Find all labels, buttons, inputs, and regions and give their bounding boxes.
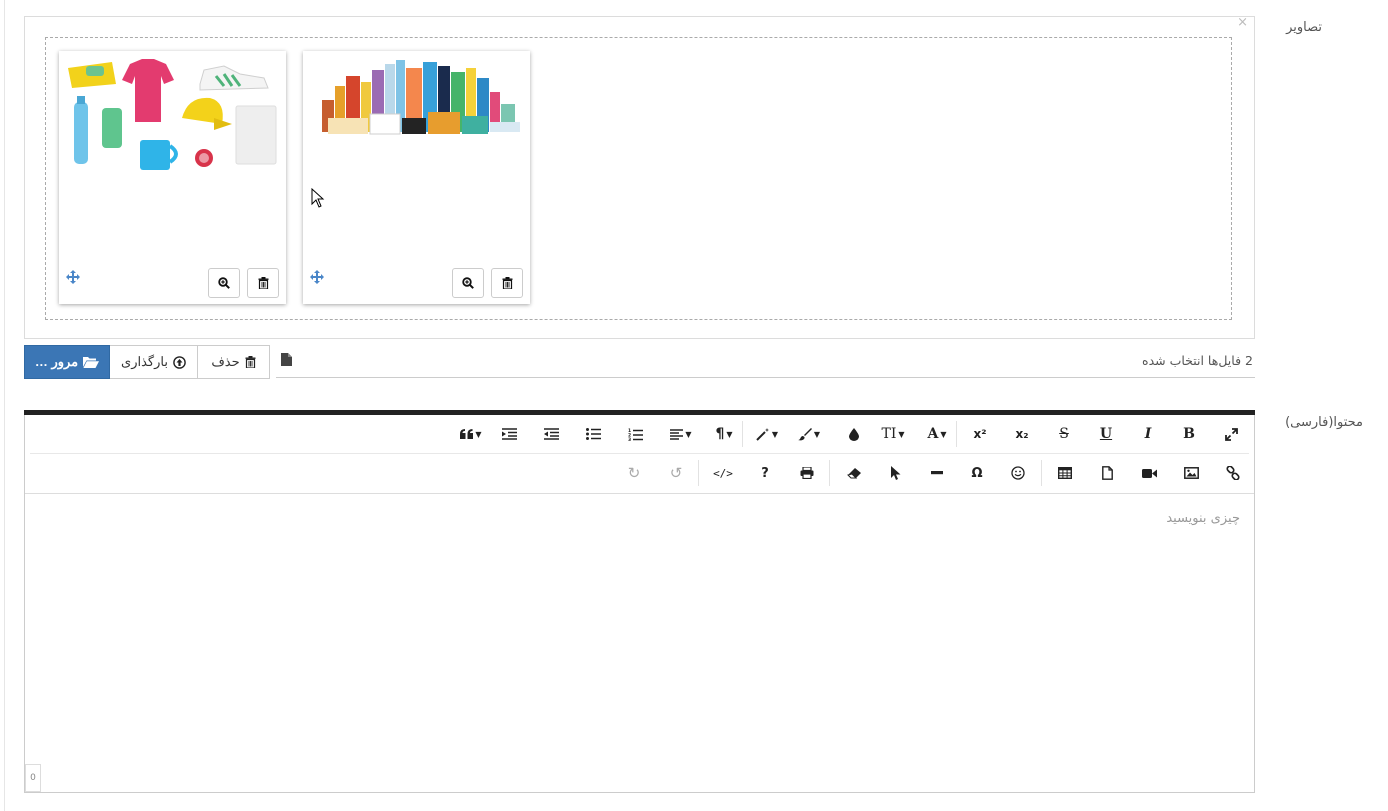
- file-icon: [281, 351, 292, 370]
- redo-icon[interactable]: ↻: [620, 461, 648, 485]
- undo-icon[interactable]: ↺: [662, 461, 690, 485]
- zoom-in-icon: [218, 277, 230, 289]
- page-left-border: [4, 0, 5, 811]
- insert-image-icon[interactable]: [1177, 461, 1205, 485]
- insert-table-icon[interactable]: [1051, 461, 1079, 485]
- rich-text-editor: B I U S x₂ x² A ▼ TI ▼ ▼ ▼ ¶ ▼ ▼ 123 ▼ Ω…: [24, 410, 1255, 793]
- folder-open-icon: [83, 357, 100, 368]
- paragraph-glyph: ¶: [715, 426, 725, 442]
- toolbar-row-2: Ω ? </> ↺ ↻: [30, 454, 1249, 492]
- trash-icon: [258, 277, 268, 289]
- delete-button[interactable]: [491, 268, 523, 298]
- upload-button[interactable]: بارگذاری: [109, 345, 198, 379]
- font-family-glyph: A: [927, 426, 939, 442]
- upload-button-label: بارگذاری: [121, 354, 168, 369]
- underline-icon[interactable]: U: [1092, 422, 1120, 446]
- insert-video-icon[interactable]: [1135, 461, 1163, 485]
- quote-icon[interactable]: ▼: [454, 422, 488, 446]
- paragraph-format-icon[interactable]: ¶ ▼: [707, 422, 741, 446]
- superscript-icon[interactable]: x²: [966, 422, 994, 446]
- drag-handle-icon[interactable]: [310, 269, 324, 288]
- toolbar-separator: [829, 460, 830, 486]
- character-counter: 0: [25, 764, 41, 792]
- trash-icon: [502, 277, 512, 289]
- file-preview-area: ×: [24, 15, 1255, 339]
- indent-icon[interactable]: [495, 422, 523, 446]
- emoticons-icon[interactable]: [1004, 461, 1032, 485]
- caret-down-icon: ▼: [475, 429, 482, 439]
- editor-toolbar: B I U S x₂ x² A ▼ TI ▼ ▼ ▼ ¶ ▼ ▼ 123 ▼ Ω…: [25, 415, 1254, 494]
- special-characters-icon[interactable]: Ω: [963, 461, 991, 485]
- unordered-list-icon[interactable]: [579, 422, 607, 446]
- print-icon[interactable]: [793, 461, 821, 485]
- font-size-glyph: TI: [881, 426, 897, 442]
- strikethrough-icon[interactable]: S: [1050, 422, 1078, 446]
- italic-icon[interactable]: I: [1134, 422, 1162, 446]
- preview-close-icon[interactable]: ×: [1237, 15, 1248, 30]
- trash-icon: [245, 356, 256, 368]
- content-field-label: محتوا(فارسی): [1285, 415, 1363, 430]
- zoom-button[interactable]: [452, 268, 484, 298]
- clear-formatting-icon[interactable]: [840, 461, 868, 485]
- help-icon[interactable]: ?: [751, 461, 779, 485]
- file-drop-zone[interactable]: [45, 37, 1232, 320]
- zoom-in-icon: [462, 277, 474, 289]
- remove-button[interactable]: حذف: [197, 345, 270, 379]
- toolbar-separator: [956, 421, 957, 447]
- file-caption[interactable]: 2 فایل‌ها انتخاب شده: [276, 343, 1255, 378]
- magic-wand-icon[interactable]: ▼: [750, 422, 784, 446]
- file-caption-text: 2 فایل‌ها انتخاب شده: [1142, 353, 1253, 368]
- caret-down-icon: ▼: [726, 429, 733, 439]
- outdent-icon[interactable]: [537, 422, 565, 446]
- html-view-icon[interactable]: </>: [709, 461, 737, 485]
- toolbar-separator: [698, 460, 699, 486]
- browse-button-label: مرور …: [34, 354, 79, 369]
- fullscreen-icon[interactable]: [1217, 422, 1245, 446]
- promo-products-image: [68, 59, 277, 170]
- drag-handle-icon[interactable]: [66, 269, 80, 288]
- editor-placeholder: چیزی بنویسید: [1166, 511, 1240, 526]
- upload-circle-icon: [173, 355, 186, 369]
- bold-icon[interactable]: B: [1175, 422, 1203, 446]
- grocery-cosmetics-image: [322, 60, 520, 135]
- svg-text:3: 3: [628, 437, 631, 441]
- horizontal-line-icon[interactable]: [923, 461, 951, 485]
- caret-down-icon: ▼: [940, 429, 947, 439]
- select-all-icon[interactable]: [882, 461, 910, 485]
- subscript-icon[interactable]: x₂: [1008, 422, 1036, 446]
- file-thumbnail: [303, 51, 530, 304]
- caret-down-icon: ▼: [771, 429, 779, 439]
- link-icon[interactable]: [1219, 461, 1247, 485]
- ordered-list-icon[interactable]: 123: [621, 422, 649, 446]
- delete-button[interactable]: [247, 268, 279, 298]
- font-family-icon[interactable]: A ▼: [920, 422, 954, 446]
- caret-down-icon: ▼: [898, 429, 905, 439]
- editor-content-area[interactable]: چیزی بنویسید 0: [25, 494, 1254, 792]
- mouse-cursor-icon: [311, 188, 325, 208]
- font-size-icon[interactable]: TI ▼: [876, 422, 910, 446]
- toolbar-row-1: B I U S x₂ x² A ▼ TI ▼ ▼ ▼ ¶ ▼ ▼ 123 ▼: [30, 415, 1249, 454]
- caret-down-icon: ▼: [685, 429, 692, 439]
- zoom-button[interactable]: [208, 268, 240, 298]
- toolbar-separator: [1041, 460, 1042, 486]
- browse-button[interactable]: مرور …: [24, 345, 110, 379]
- insert-file-icon[interactable]: [1093, 461, 1121, 485]
- toolbar-separator: [742, 421, 743, 447]
- file-thumbnail: [59, 51, 286, 304]
- remove-button-label: حذف: [211, 354, 240, 369]
- caret-down-icon: ▼: [813, 429, 821, 439]
- paint-brush-icon[interactable]: ▼: [792, 422, 826, 446]
- text-color-icon[interactable]: [840, 422, 868, 446]
- images-field-label: تصاویر: [1286, 20, 1322, 35]
- file-input-group: 2 فایل‌ها انتخاب شده حذف بارگذاری مرور …: [24, 343, 1255, 379]
- align-icon[interactable]: ▼: [664, 422, 698, 446]
